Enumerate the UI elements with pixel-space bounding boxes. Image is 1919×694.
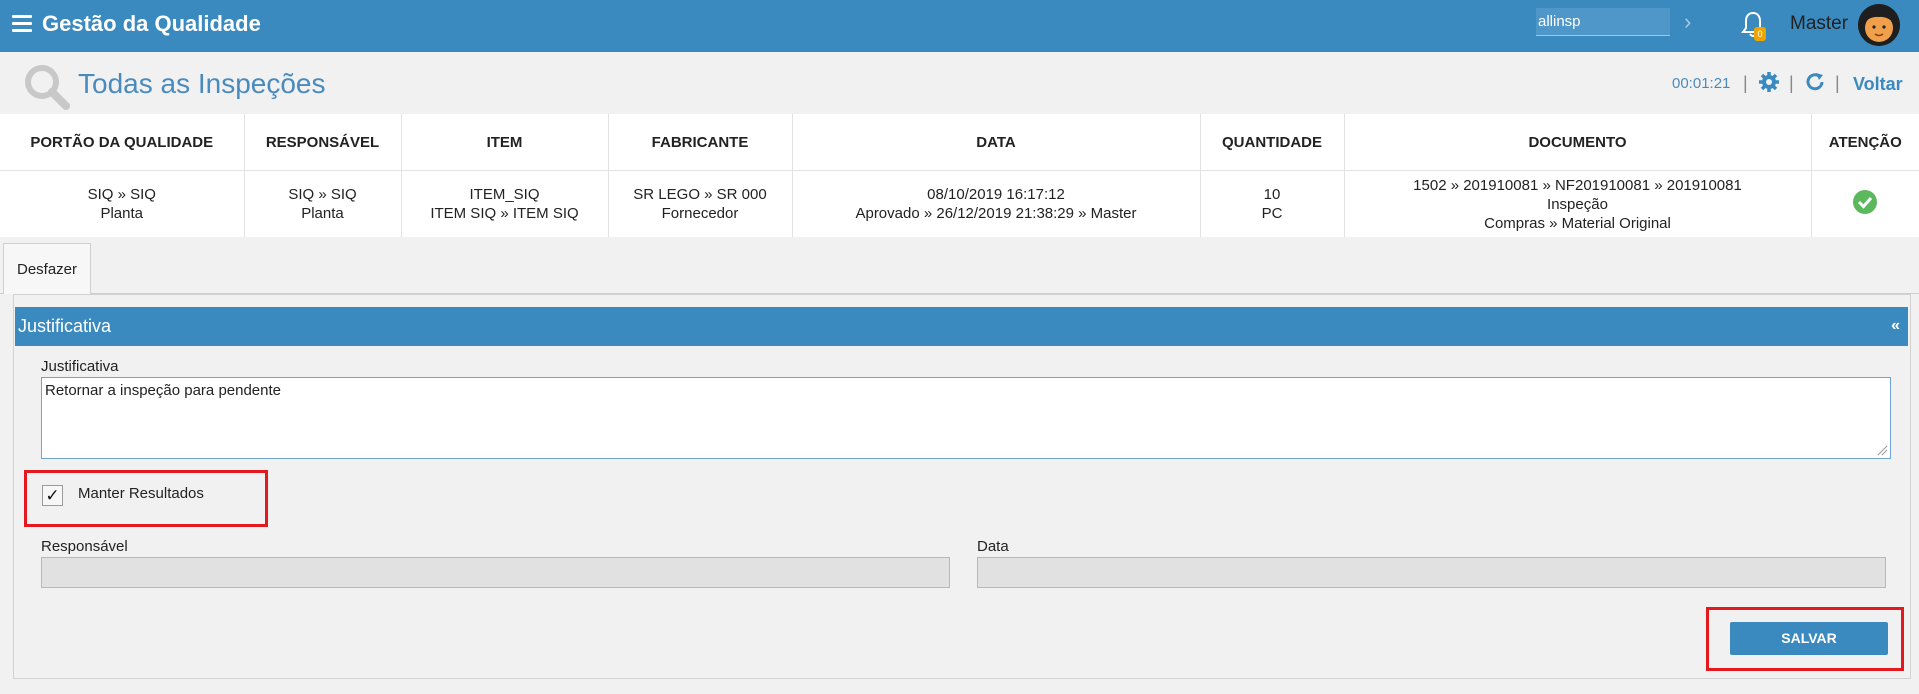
cell-text: Aprovado » 26/12/2019 21:38:29 » Master	[855, 205, 1137, 222]
chevron-right-icon[interactable]: ›	[1684, 10, 1691, 34]
save-button[interactable]: SALVAR	[1730, 622, 1888, 655]
panel-title: Justificativa	[18, 316, 112, 336]
refresh-icon[interactable]	[1804, 71, 1826, 93]
separator: |	[1835, 73, 1840, 93]
page-title: Todas as Inspeções	[78, 68, 326, 99]
user-name[interactable]: Master	[1790, 12, 1848, 36]
manter-resultados-checkbox[interactable]: ✓	[42, 485, 63, 506]
cell-text: Compras » Material Original	[1484, 214, 1671, 232]
table-row: SIQ » SIQ Planta SIQ » SIQ Planta ITEM_S…	[0, 170, 1919, 238]
app-title: Gestão da Qualidade	[42, 11, 261, 36]
cell-text: Planta	[301, 205, 344, 222]
data-label: Data	[977, 538, 1009, 555]
column-header: DOCUMENTO	[1344, 114, 1812, 171]
column-header: RESPONSÁVEL	[244, 114, 402, 171]
cell-text: Planta	[100, 205, 144, 222]
cell-text: PC	[1261, 205, 1283, 222]
responsavel-field[interactable]	[41, 557, 950, 588]
cell-portao: SIQ » SIQ Planta	[0, 170, 245, 237]
cell-text: Fornecedor	[661, 205, 739, 222]
cell-text: SR LEGO » SR 000	[633, 186, 767, 203]
menu-icon[interactable]	[12, 15, 32, 35]
column-header: PORTÃO DA QUALIDADE	[0, 114, 245, 171]
resize-handle-icon[interactable]	[1876, 444, 1888, 456]
separator: |	[1743, 73, 1748, 93]
cell-responsavel: SIQ » SIQ Planta	[244, 170, 402, 237]
column-header: DATA	[792, 114, 1201, 171]
column-header: FABRICANTE	[608, 114, 793, 171]
cell-text: 10	[1263, 186, 1281, 203]
column-header: ATENÇÃO	[1811, 114, 1919, 171]
cell-text: ITEM SIQ » ITEM SIQ	[430, 205, 579, 222]
panel-header[interactable]: Justificativa «	[15, 307, 1908, 346]
inspection-info-table: PORTÃO DA QUALIDADE RESPONSÁVEL ITEM FAB…	[0, 114, 1919, 237]
tab-bar	[0, 238, 1919, 294]
cell-data: 08/10/2019 16:17:12 Aprovado » 26/12/201…	[792, 170, 1201, 237]
cell-text: 1502 » 201910081 » NF201910081 » 2019100…	[1413, 176, 1742, 194]
cell-quantidade: 10 PC	[1200, 170, 1345, 237]
tab-desfazer[interactable]: Desfazer	[3, 243, 91, 294]
responsavel-label: Responsável	[41, 538, 128, 555]
column-header: ITEM	[401, 114, 609, 171]
back-link[interactable]: Voltar	[1853, 73, 1903, 95]
check-circle-icon	[1853, 189, 1878, 214]
collapse-icon[interactable]: «	[1891, 315, 1900, 337]
cell-item: ITEM_SIQ ITEM SIQ » ITEM SIQ	[401, 170, 609, 237]
cell-documento: 1502 » 201910081 » NF201910081 » 2019100…	[1344, 170, 1812, 237]
cell-text: SIQ » SIQ	[87, 186, 156, 203]
cell-text: 08/10/2019 16:17:12	[927, 186, 1065, 203]
separator: |	[1789, 73, 1794, 93]
search-input[interactable]: allinsp	[1536, 8, 1670, 36]
justificativa-panel	[13, 294, 1911, 679]
avatar[interactable]	[1858, 4, 1900, 46]
column-header: QUANTIDADE	[1200, 114, 1345, 171]
cell-text: Inspeção	[1547, 195, 1608, 213]
cell-text: ITEM_SIQ	[469, 186, 540, 203]
session-timer: 00:01:21	[1672, 75, 1731, 92]
manter-resultados-label[interactable]: Manter Resultados	[78, 485, 204, 503]
notification-badge: 0	[1754, 27, 1766, 41]
table-header-row: PORTÃO DA QUALIDADE RESPONSÁVEL ITEM FAB…	[0, 114, 1919, 171]
cell-fabricante: SR LEGO » SR 000 Fornecedor	[608, 170, 793, 237]
cell-text: SIQ » SIQ	[288, 186, 357, 203]
gear-icon[interactable]	[1758, 71, 1780, 93]
data-field[interactable]	[977, 557, 1886, 588]
cell-atencao	[1811, 171, 1919, 238]
justificativa-label: Justificativa	[41, 358, 119, 375]
justificativa-textarea[interactable]: Retornar a inspeção para pendente	[41, 377, 1891, 459]
search-icon	[25, 65, 70, 110]
